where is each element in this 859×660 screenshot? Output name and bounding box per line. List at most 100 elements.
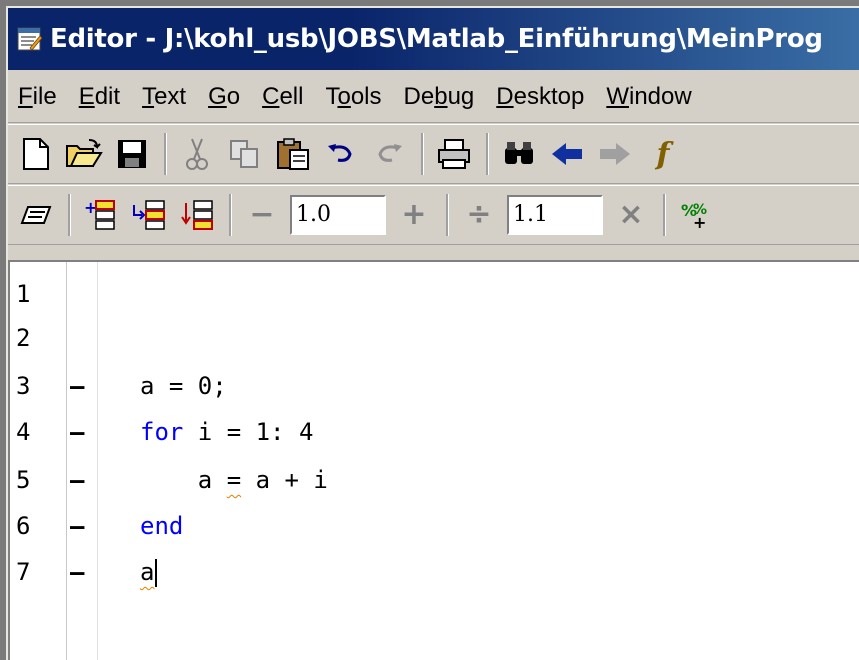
code-part: a bbox=[140, 466, 227, 494]
save-button[interactable] bbox=[112, 134, 152, 174]
toolbar-separator bbox=[486, 133, 489, 175]
undo-button[interactable] bbox=[321, 134, 361, 174]
undo-icon bbox=[328, 144, 352, 162]
menu-text[interactable]: Text bbox=[142, 83, 186, 111]
code-line[interactable]: 1 bbox=[10, 280, 859, 328]
toolbar-separator bbox=[446, 194, 449, 236]
eval-cell-icon: + bbox=[84, 199, 115, 230]
editor-app-icon bbox=[17, 27, 42, 51]
cut-button[interactable] bbox=[177, 134, 217, 174]
menu-go-mnemonic: G bbox=[208, 83, 227, 110]
line-number: 4 bbox=[16, 418, 31, 446]
cell-mode-icon bbox=[20, 206, 52, 224]
menu-cell-mnemonic: C bbox=[262, 83, 280, 110]
code-text: for i = 1: 4 bbox=[140, 418, 313, 446]
new-file-icon bbox=[23, 138, 49, 170]
back-arrow-icon bbox=[552, 143, 582, 165]
back-button[interactable] bbox=[547, 134, 587, 174]
code-line[interactable]: 5 — a = a + i bbox=[10, 466, 859, 514]
eval-cell-advance-button[interactable] bbox=[129, 195, 169, 235]
divide-value-field[interactable]: 1.1 bbox=[507, 195, 603, 235]
keyword-for: for bbox=[140, 418, 184, 446]
function-icon: f bbox=[656, 136, 670, 172]
code-text: a = 0; bbox=[140, 372, 227, 400]
cell-toolbar: + − 1.0 + ÷ 1.1 × % % + bbox=[8, 185, 859, 245]
forward-arrow-icon bbox=[600, 143, 630, 165]
line-number: 6 bbox=[16, 512, 31, 540]
times-icon: × bbox=[618, 197, 644, 232]
code-line[interactable]: 2 bbox=[10, 324, 859, 372]
toolbar-separator bbox=[164, 133, 167, 175]
toolbar-separator bbox=[663, 194, 666, 236]
function-button[interactable]: f bbox=[643, 134, 683, 174]
decrement-value-field[interactable]: 1.0 bbox=[290, 195, 386, 235]
main-toolbar: f bbox=[8, 124, 859, 184]
menu-go[interactable]: Go bbox=[208, 83, 240, 111]
plus-icon: + bbox=[401, 197, 427, 232]
increment-button[interactable]: + bbox=[394, 195, 434, 235]
cell-mode-button[interactable] bbox=[16, 195, 56, 235]
menu-debug[interactable]: Debug bbox=[404, 83, 475, 111]
menu-text-mnemonic: T bbox=[142, 83, 155, 110]
copy-button[interactable] bbox=[225, 134, 265, 174]
code-line[interactable]: 3 — a = 0; bbox=[10, 372, 859, 420]
paste-icon bbox=[277, 138, 309, 170]
code-line[interactable]: 6 — end bbox=[10, 512, 859, 560]
keyword-end: end bbox=[140, 512, 184, 540]
text-caret bbox=[155, 559, 158, 587]
minus-icon: − bbox=[249, 197, 275, 232]
mlint-warning-equals[interactable]: = bbox=[227, 466, 241, 494]
code-rest: i = 1: 4 bbox=[183, 418, 314, 446]
menu-edit-mnemonic: E bbox=[78, 83, 95, 110]
paste-button[interactable] bbox=[273, 134, 313, 174]
redo-button[interactable] bbox=[369, 134, 409, 174]
toolbar-separator bbox=[68, 194, 71, 236]
print-icon bbox=[438, 139, 470, 169]
forward-button[interactable] bbox=[595, 134, 635, 174]
eval-cell-advance-icon bbox=[133, 200, 165, 230]
menu-file[interactable]: File bbox=[18, 83, 57, 111]
divide-button[interactable]: ÷ bbox=[459, 195, 499, 235]
line-number: 7 bbox=[16, 558, 31, 586]
menu-desktop-mnemonic: D bbox=[496, 83, 514, 110]
code-text: a bbox=[140, 558, 158, 587]
code-text: a = a + i bbox=[140, 466, 328, 494]
print-button[interactable] bbox=[434, 134, 474, 174]
copy-icon bbox=[230, 140, 258, 168]
menu-window-mnemonic: W bbox=[606, 83, 629, 110]
breakpoint-marker[interactable]: — bbox=[70, 512, 84, 540]
menu-edit[interactable]: Edit bbox=[79, 83, 120, 111]
eval-cell-button[interactable]: + bbox=[81, 195, 121, 235]
breakpoint-marker[interactable]: — bbox=[70, 466, 84, 494]
menu-window[interactable]: Window bbox=[606, 83, 691, 111]
multiply-button[interactable]: × bbox=[611, 195, 651, 235]
menu-cell[interactable]: Cell bbox=[262, 83, 303, 111]
eval-file-button[interactable] bbox=[177, 195, 217, 235]
find-button[interactable] bbox=[499, 134, 539, 174]
percent-plus-icon: % % + bbox=[681, 201, 707, 230]
menu-file-mnemonic: F bbox=[18, 83, 33, 110]
title-bar[interactable]: Editor - J:\kohl_usb\JOBS\Matlab_Einführ… bbox=[8, 8, 859, 70]
breakpoint-marker[interactable]: — bbox=[70, 372, 84, 400]
code-text: end bbox=[140, 512, 183, 540]
code-line[interactable]: 7 — a bbox=[10, 558, 859, 606]
divide-icon: ÷ bbox=[466, 197, 492, 232]
mlint-warning-a[interactable]: a bbox=[140, 558, 154, 586]
open-file-button[interactable] bbox=[64, 134, 104, 174]
new-file-button[interactable] bbox=[16, 134, 56, 174]
svg-text:+: + bbox=[693, 213, 706, 230]
code-editor[interactable]: 1 2 3 — a = 0; 4 — for i = 1: 4 5 — a = … bbox=[8, 260, 859, 660]
menu-bar: File Edit Text Go Cell Tools Debug Deskt… bbox=[8, 72, 859, 123]
code-line[interactable]: 4 — for i = 1: 4 bbox=[10, 418, 859, 466]
menu-tools[interactable]: Tools bbox=[325, 83, 381, 111]
save-icon bbox=[118, 140, 146, 168]
decrement-button[interactable]: − bbox=[242, 195, 282, 235]
toolbar-separator bbox=[421, 133, 424, 175]
window-title: Editor - J:\kohl_usb\JOBS\Matlab_Einführ… bbox=[50, 24, 823, 54]
cell-comment-button[interactable]: % % + bbox=[676, 195, 716, 235]
breakpoint-marker[interactable]: — bbox=[70, 418, 84, 446]
line-number: 2 bbox=[16, 324, 31, 352]
menu-desktop[interactable]: Desktop bbox=[496, 83, 584, 111]
line-number: 3 bbox=[16, 372, 31, 400]
breakpoint-marker[interactable]: — bbox=[70, 558, 84, 586]
